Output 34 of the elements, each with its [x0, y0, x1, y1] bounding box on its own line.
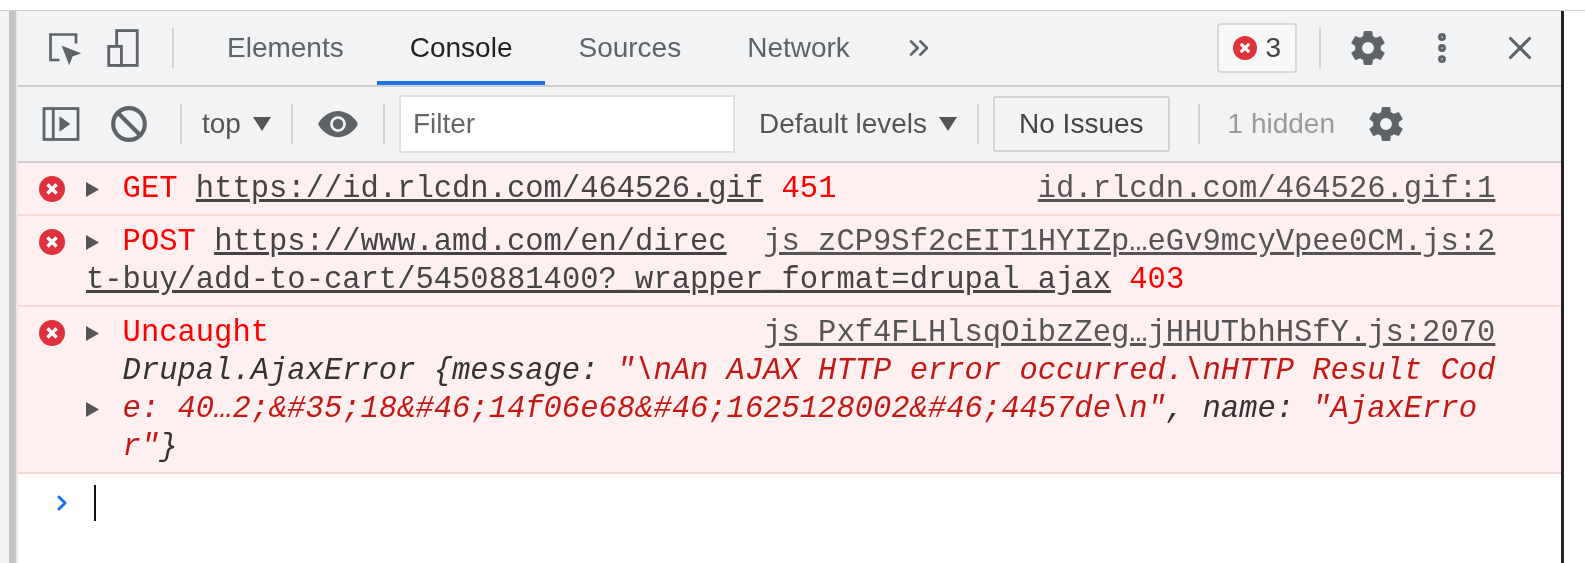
panel-tab[interactable]: Network — [714, 11, 883, 85]
context-select[interactable]: top — [196, 108, 277, 140]
error-icon — [39, 229, 65, 255]
source-link[interactable]: id.rlcdn.com/464526.gif:1 — [1037, 170, 1496, 208]
filter-field[interactable]: Filter — [398, 95, 735, 153]
levels-select[interactable]: Default levels — [752, 108, 964, 140]
device-icon[interactable] — [106, 29, 140, 67]
source-link[interactable]: js_Pxf4FLHlsqOibzZeg…jHHUTbhHSfY.js:2070 — [763, 314, 1496, 352]
source-link[interactable]: js_zCP9Sf2cEIT1HYIZp…eGv9mcyVpee0CM.js:2 — [763, 223, 1496, 261]
request-message: GET https://id.rlcdn.com/464526.gif 451 — [122, 171, 837, 208]
request-message: POST https://www.amd.com/en/direc — [122, 224, 727, 261]
issues-button[interactable]: No Issues — [993, 96, 1170, 152]
error-count-badge[interactable]: 3 — [1217, 23, 1297, 73]
caret-icon — [939, 117, 958, 131]
expand-triangle-icon[interactable] — [86, 235, 99, 250]
expand-triangle-icon[interactable] — [86, 401, 99, 417]
expand-triangle-icon[interactable] — [86, 326, 99, 341]
error-label: Uncaught — [122, 316, 270, 351]
request-message: t-buy/add-to-cart/5450881400?_wrapper_format=drupal_ajax 403 — [86, 263, 1185, 297]
sidebar-toggle-icon[interactable] — [42, 107, 80, 141]
clear-console-icon[interactable] — [110, 105, 148, 143]
expand-triangle-icon[interactable] — [86, 182, 99, 197]
text-cursor — [94, 485, 96, 522]
hidden-count: 1 hidden — [1227, 108, 1335, 140]
settings-icon[interactable] — [1349, 29, 1387, 67]
panel-tab[interactable]: Sources — [545, 11, 715, 85]
error-icon — [39, 320, 65, 346]
caret-icon — [252, 117, 271, 131]
inspect-icon[interactable] — [46, 30, 82, 66]
settings-icon[interactable] — [1366, 105, 1405, 143]
panel-tab[interactable]: Elements — [194, 11, 377, 85]
error-icon — [39, 176, 65, 202]
error-object[interactable]: Drupal.AjaxError {message: "\nAn AJAX HTTP error occurred.\nHTTP Result Code: 40…2;&#35;18&#46;14f06e68&#46;1625128002&#46;4457de\n", name: "AjaxError"} — [122, 352, 1496, 467]
error-icon — [1233, 36, 1258, 60]
